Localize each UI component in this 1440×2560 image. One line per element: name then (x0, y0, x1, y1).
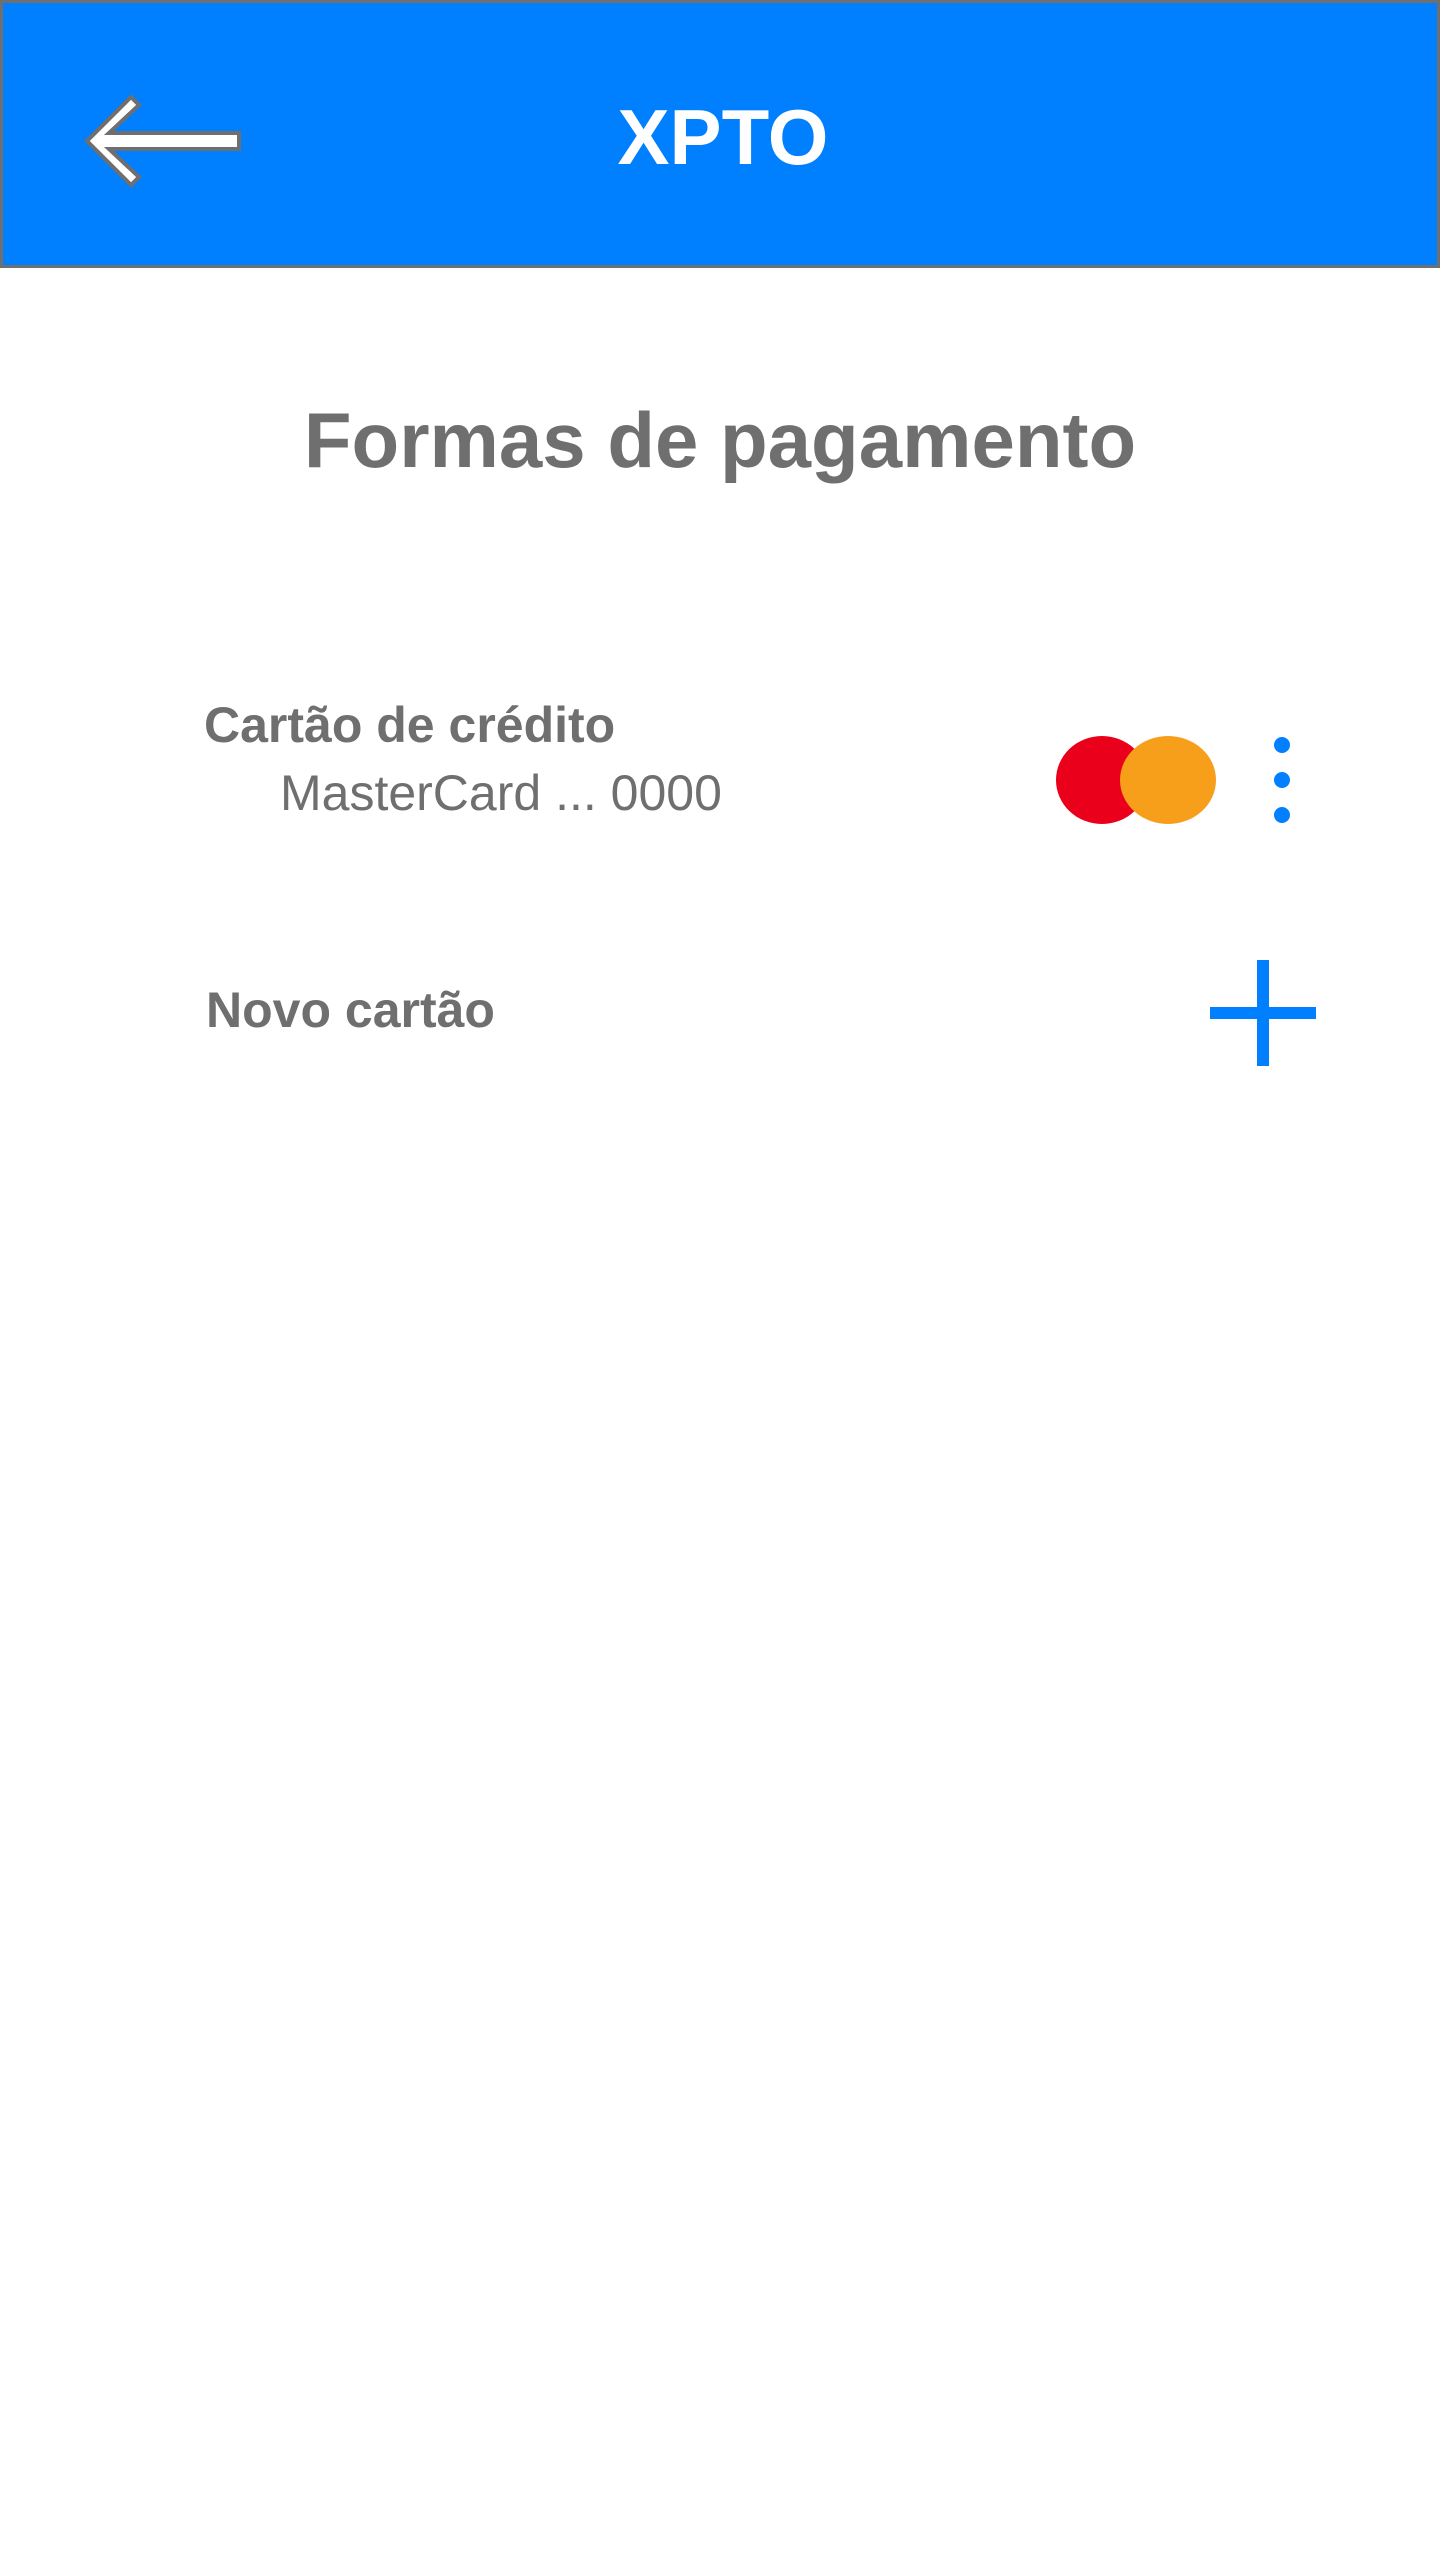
add-card-button[interactable] (1208, 958, 1318, 1068)
card-number-label: MasterCard ... 0000 (280, 765, 722, 821)
new-card-row[interactable]: Novo cartão (190, 950, 1330, 1070)
card-type-label: Cartão de crédito (204, 697, 616, 753)
back-button[interactable] (83, 93, 249, 189)
plus-icon (1210, 960, 1316, 1066)
mastercard-icon (1054, 734, 1218, 826)
more-vertical-icon (1274, 737, 1290, 823)
app-bar: XPTO (0, 0, 1440, 268)
new-card-label: Novo cartão (206, 982, 495, 1038)
page-title: Formas de pagamento (303, 396, 1137, 484)
payment-method-item[interactable]: Cartão de crédito MasterCard ... 0000 (190, 690, 1330, 840)
arrow-left-icon (84, 94, 241, 188)
more-options-button[interactable] (1260, 730, 1304, 830)
